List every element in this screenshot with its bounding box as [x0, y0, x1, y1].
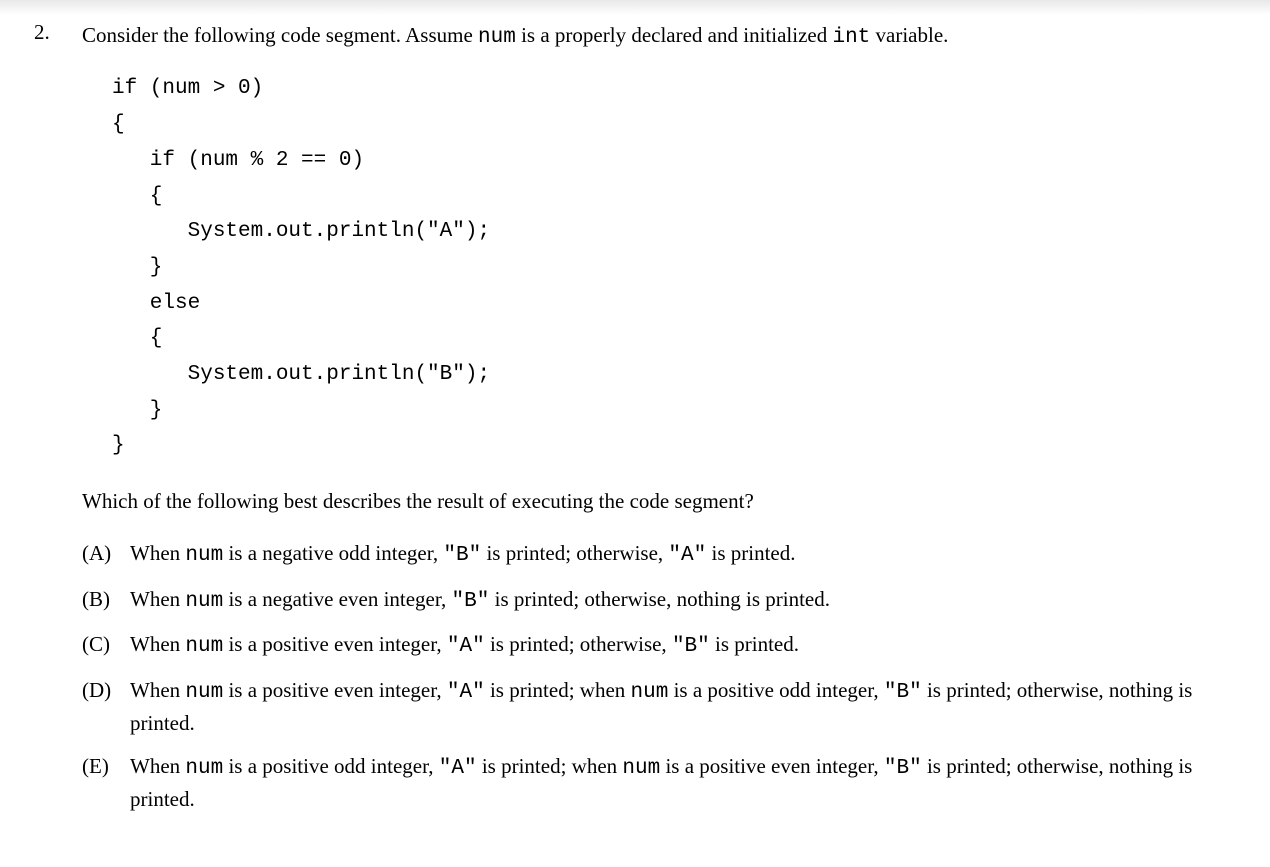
code-line: System.out.println("B"); [112, 363, 490, 386]
question-number: 2. [30, 20, 82, 45]
stem-text: variable. [870, 23, 948, 47]
choice-c: (C) When num is a positive even integer,… [82, 629, 1230, 662]
question-stem: Consider the following code segment. Ass… [82, 20, 1230, 53]
code-line: if (num % 2 == 0) [112, 149, 364, 172]
code-inline: int [832, 26, 870, 49]
choice-text: When num is a negative even integer, "B"… [130, 584, 1230, 617]
choice-a: (A) When num is a negative odd integer, … [82, 538, 1230, 571]
code-inline: "B" [884, 681, 922, 704]
code-line: { [112, 327, 162, 350]
choice-text: When num is a positive odd integer, "A" … [130, 751, 1230, 815]
code-inline: "A" [447, 681, 485, 704]
answer-choices: (A) When num is a negative odd integer, … [82, 538, 1230, 814]
choice-label: (B) [82, 584, 130, 614]
choice-label: (A) [82, 538, 130, 568]
choice-text: When num is a positive even integer, "A"… [130, 629, 1230, 662]
code-inline: num [631, 681, 669, 704]
code-inline: "A" [447, 635, 485, 658]
code-inline: num [185, 635, 223, 658]
code-line: } [112, 399, 162, 422]
question-block: 2. Consider the following code segment. … [30, 20, 1230, 827]
code-inline: num [185, 590, 223, 613]
code-line: } [112, 256, 162, 279]
code-line: if (num > 0) [112, 77, 263, 100]
code-inline: "B" [884, 757, 922, 780]
sub-question: Which of the following best describes th… [82, 486, 1230, 516]
code-line: { [112, 185, 162, 208]
code-inline: num [622, 757, 660, 780]
question-page: 2. Consider the following code segment. … [0, 0, 1270, 867]
code-inline: num [185, 757, 223, 780]
code-line: else [112, 292, 200, 315]
code-block: if (num > 0) { if (num % 2 == 0) { Syste… [112, 71, 1230, 464]
code-inline: "B" [443, 544, 481, 567]
choice-text: When num is a positive even integer, "A"… [130, 675, 1230, 739]
code-inline: num [478, 26, 516, 49]
choice-text: When num is a negative odd integer, "B" … [130, 538, 1230, 571]
choice-b: (B) When num is a negative even integer,… [82, 584, 1230, 617]
code-inline: "A" [439, 757, 477, 780]
stem-text: is a properly declared and initialized [516, 23, 833, 47]
choice-label: (D) [82, 675, 130, 705]
code-line: { [112, 113, 125, 136]
code-line: System.out.println("A"); [112, 220, 490, 243]
stem-text: Consider the following code segment. Ass… [82, 23, 478, 47]
choice-label: (C) [82, 629, 130, 659]
question-body: Consider the following code segment. Ass… [82, 20, 1230, 827]
choice-label: (E) [82, 751, 130, 781]
code-line: } [112, 434, 125, 457]
code-inline: "B" [672, 635, 710, 658]
choice-e: (E) When num is a positive odd integer, … [82, 751, 1230, 815]
code-inline: "A" [668, 544, 706, 567]
code-inline: num [185, 681, 223, 704]
choice-d: (D) When num is a positive even integer,… [82, 675, 1230, 739]
code-inline: num [185, 544, 223, 567]
code-inline: "B" [452, 590, 490, 613]
